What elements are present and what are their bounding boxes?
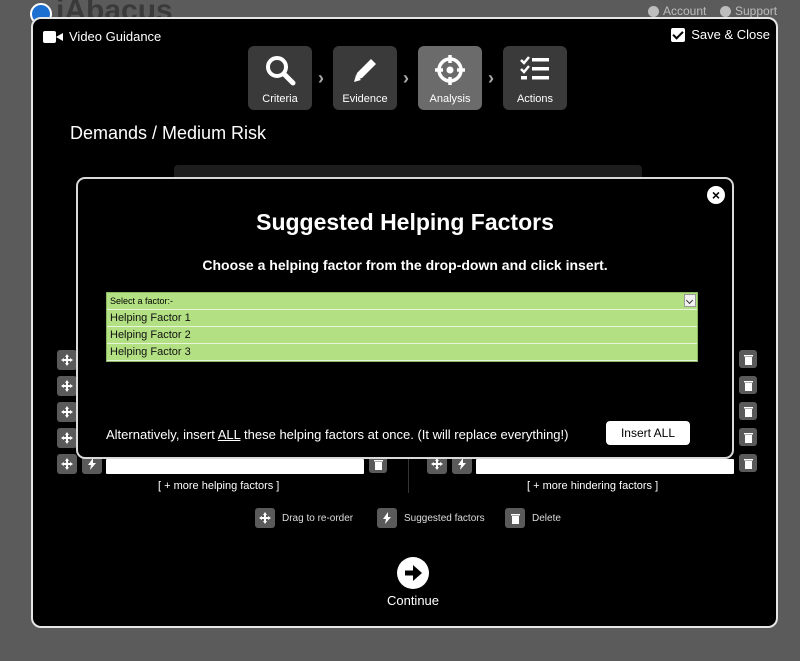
delete-button[interactable]	[739, 350, 757, 368]
legend-suggested-label: Suggested factors	[404, 512, 485, 524]
drag-handle[interactable]	[57, 350, 77, 370]
save-close-label: Save & Close	[691, 27, 770, 42]
hindering-factor-input[interactable]	[476, 459, 734, 474]
lightning-icon	[458, 458, 466, 470]
legend-drag: Drag to re-order	[255, 508, 353, 528]
pencil-icon	[354, 59, 376, 82]
video-guidance-label: Video Guidance	[69, 29, 162, 44]
legend-suggested: Suggested factors	[377, 508, 485, 528]
save-close-toggle[interactable]: Save & Close	[671, 27, 770, 42]
step-criteria[interactable]: Criteria	[248, 46, 312, 110]
account-link[interactable]: Account	[648, 4, 706, 18]
delete-button[interactable]	[739, 428, 757, 446]
trash-icon	[743, 432, 753, 443]
legend-delete-label: Delete	[532, 512, 561, 524]
drag-handle[interactable]	[57, 402, 77, 422]
step-actions[interactable]: Actions	[503, 46, 567, 110]
user-icon	[648, 5, 659, 17]
continue-button[interactable]: Continue	[376, 557, 450, 608]
chevron-right-icon: ›	[488, 68, 494, 88]
move-icon	[61, 380, 73, 392]
trash-icon	[743, 458, 753, 469]
select-placeholder-label: Select a factor:-	[110, 296, 174, 306]
hint-text-after: these helping factors at once. (It will …	[240, 427, 569, 442]
legend-delete: Delete	[505, 508, 561, 528]
insert-all-hint: Alternatively, insert ALL these helping …	[106, 427, 568, 442]
more-helping-factors-link[interactable]: [ + more helping factors ]	[158, 480, 279, 492]
search-icon	[266, 56, 296, 86]
close-icon[interactable]: ×	[707, 186, 725, 204]
lightning-icon	[377, 508, 397, 528]
step-label: Actions	[516, 93, 554, 105]
move-icon	[255, 508, 275, 528]
step-label: Analysis	[429, 93, 471, 105]
delete-button[interactable]	[739, 454, 757, 472]
more-hindering-factors-link[interactable]: [ + more hindering factors ]	[527, 480, 658, 492]
page-title: Demands / Medium Risk	[70, 123, 267, 143]
chevron-right-icon: ›	[318, 68, 324, 88]
delete-button[interactable]	[739, 402, 757, 420]
support-icon	[720, 5, 731, 17]
hint-text-before: Alternatively, insert	[106, 427, 218, 442]
insert-all-button[interactable]: Insert ALL	[606, 421, 690, 445]
move-icon	[61, 406, 73, 418]
modal-title: Suggested Helping Factors	[256, 209, 554, 235]
suggested-factors-modal: × Suggested Helping Factors Choose a hel…	[76, 177, 734, 459]
helping-factor-input[interactable]	[106, 459, 364, 474]
trash-icon	[373, 459, 383, 470]
lightning-icon	[88, 458, 96, 470]
arrow-right-icon	[397, 557, 429, 589]
move-icon	[61, 458, 73, 470]
chevron-right-icon: ›	[403, 68, 409, 88]
step-evidence[interactable]: Evidence	[333, 46, 397, 110]
continue-label: Continue	[386, 593, 440, 608]
move-icon	[61, 354, 73, 366]
chevron-down-icon[interactable]	[684, 294, 696, 307]
hint-text-all: ALL	[217, 427, 241, 442]
step-label: Evidence	[342, 93, 388, 105]
delete-button[interactable]	[739, 376, 757, 394]
video-camera-icon	[43, 30, 63, 44]
trash-icon	[743, 354, 753, 365]
support-link[interactable]: Support	[720, 4, 777, 18]
trash-icon	[743, 380, 753, 391]
support-label: Support	[735, 4, 778, 18]
select-placeholder[interactable]: Select a factor:-	[107, 293, 697, 310]
move-icon	[61, 432, 73, 444]
column-divider	[408, 459, 409, 493]
step-analysis[interactable]: Analysis	[418, 46, 482, 110]
account-label: Account	[663, 4, 707, 18]
crosshair-icon	[435, 55, 465, 85]
factor-option[interactable]: Helping Factor 1	[107, 310, 697, 327]
trash-icon	[743, 406, 753, 417]
video-guidance-button[interactable]: Video Guidance	[43, 29, 161, 44]
drag-handle[interactable]	[57, 454, 77, 474]
modal-subtitle: Choose a helping factor from the drop-do…	[202, 257, 608, 273]
checkbox-checked-icon	[671, 27, 686, 42]
step-label: Criteria	[262, 93, 298, 105]
trash-icon	[505, 508, 525, 528]
checklist-icon	[520, 56, 549, 80]
drag-handle[interactable]	[57, 376, 77, 396]
factor-option[interactable]: Helping Factor 2	[107, 327, 697, 344]
factor-option[interactable]: Helping Factor 3	[107, 344, 697, 361]
move-icon	[431, 458, 443, 470]
drag-handle[interactable]	[57, 428, 77, 448]
legend-drag-label: Drag to re-order	[282, 512, 354, 524]
factor-select[interactable]: Select a factor:- Helping Factor 1 Helpi…	[106, 292, 698, 362]
